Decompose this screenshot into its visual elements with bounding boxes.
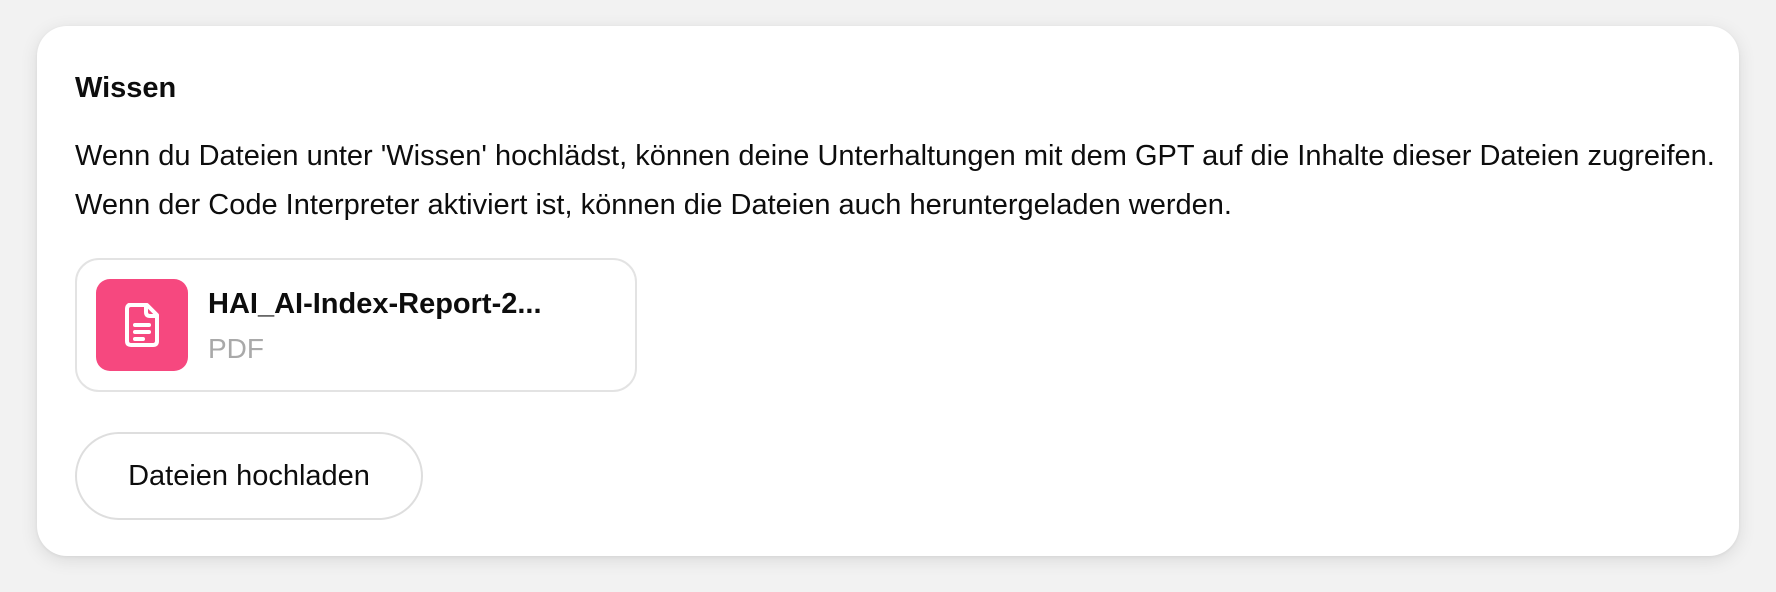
file-type: PDF [208, 333, 264, 364]
file-card[interactable]: HAI_AI-Index-Report-2... PDF [75, 258, 637, 392]
document-icon [96, 279, 188, 371]
file-name: HAI_AI-Index-Report-2... [208, 288, 542, 320]
upload-files-button[interactable]: Dateien hochladen [75, 432, 423, 520]
knowledge-section: Wissen Wenn du Dateien unter 'Wissen' ho… [37, 26, 1739, 556]
section-description: Wenn du Dateien unter 'Wissen' hochlädst… [75, 140, 1715, 221]
section-title: Wissen [75, 72, 177, 104]
